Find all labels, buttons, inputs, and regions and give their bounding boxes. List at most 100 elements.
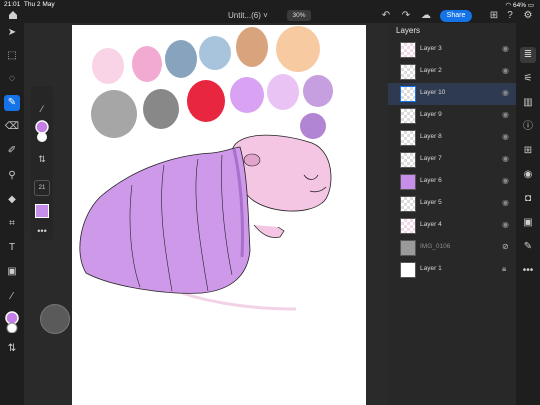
layers-title: Layers [396,26,421,35]
lock-icon[interactable]: 🔒︎ [502,264,506,274]
status-time-date: 21:01 Thu 2 May [4,1,55,8]
mask-icon[interactable]: ◘ [520,191,536,207]
brush-color-preview[interactable] [35,204,49,218]
adjustments-icon[interactable]: ⚟ [520,71,536,87]
visibility-icon[interactable]: ◉ [520,167,536,183]
eye-icon[interactable]: ◉ [502,132,509,141]
color-picker-icon[interactable] [35,120,49,144]
layer-row[interactable]: Layer 1 🔒︎ [388,259,516,281]
home-icon[interactable] [7,9,19,21]
layer-properties-icon[interactable]: ▥ [520,95,536,111]
touch-modifier-button[interactable] [40,304,70,334]
layer-thumbnail [400,218,416,234]
swap-colors-icon[interactable]: ⇅ [4,341,20,357]
layer-name: IMG_0106 [420,243,451,250]
smudge-tool-icon[interactable]: ✐ [4,143,20,159]
layer-name: Layer 1 [420,265,442,272]
swatch [132,46,162,82]
brush-settings-icon[interactable]: ✎ [520,239,536,255]
blanket [79,146,251,294]
layer-thumbnail [400,108,416,124]
brush-size-value[interactable]: 21 [34,180,50,196]
layer-row[interactable]: Layer 6 ◉ [388,171,516,193]
eye-icon[interactable]: ◉ [502,66,509,75]
swatch [92,48,124,84]
swatch [267,74,299,110]
swap-icon[interactable]: ⇅ [34,152,50,166]
add-layer-icon[interactable]: ⊞ [520,143,536,159]
status-time: 21:01 [4,1,21,8]
layer-row[interactable]: Layer 7 ◉ [388,149,516,171]
layer-row[interactable]: Layer 9 ◉ [388,105,516,127]
chevron-down-icon: ˅ [263,11,268,20]
swatch [143,89,179,129]
creature-paw [253,224,285,238]
swatch [236,27,268,67]
status-right: ◠ 64% ▭ [506,1,534,9]
layers-icon[interactable]: ≣ [520,47,536,63]
cloud-icon[interactable]: ☁ [420,10,432,22]
battery-level: 64% [513,2,527,9]
layer-thumbnail [400,130,416,146]
right-toolbar: ≣ ⚟ ▥ ⓘ ⊞ ◉ ◘ ▣ ✎ ••• [516,23,540,405]
layer-row-selected[interactable]: Layer 10 ◉ [388,83,516,105]
eye-icon[interactable]: ◉ [502,198,509,207]
more-options-icon[interactable]: ••• [520,263,536,279]
lasso-tool-icon[interactable]: ◌ [4,71,20,87]
layer-row[interactable]: IMG_0106 ⊘ [388,237,516,259]
undo-icon[interactable]: ↶ [380,10,392,22]
eye-icon[interactable]: ◉ [502,110,509,119]
top-toolbar: Untit...(6) ˅ 30% ↶ ↷ ☁ Share ⊞ ? ⚙ [0,9,540,23]
eye-icon[interactable]: ◉ [502,220,509,229]
status-bar: 21:01 Thu 2 May ◠ 64% ▭ [0,0,540,9]
color-swatch-icon[interactable] [4,311,20,333]
swatch [187,80,225,122]
layer-row[interactable]: Layer 5 ◉ [388,193,516,215]
eye-icon[interactable]: ◉ [502,176,509,185]
layer-name: Layer 7 [420,155,442,162]
gift-icon[interactable]: ⊞ [488,10,500,22]
eye-icon[interactable]: ◉ [502,154,509,163]
type-tool-icon[interactable]: T [4,240,20,256]
canvas[interactable] [72,25,366,405]
crop-tool-icon[interactable]: ⌗ [4,216,20,232]
clone-stamp-icon[interactable]: ⚲ [4,168,20,184]
layer-thumbnail [400,64,416,80]
more-icon[interactable]: ••• [34,224,50,238]
share-button[interactable]: Share [440,10,472,22]
eye-icon[interactable]: ◉ [502,88,509,97]
eyedropper-icon[interactable]: ⁄ [34,102,50,116]
layers-panel: Layers Layer 3 ◉ Layer 2 ◉ Layer 10 ◉ La… [388,23,516,405]
help-icon[interactable]: ? [504,10,516,22]
layer-row[interactable]: Layer 3 ◉ [388,39,516,61]
layer-thumbnail [400,42,416,58]
place-image-icon[interactable]: ▣ [4,264,20,280]
zoom-level[interactable]: 30% [287,10,311,21]
creature-ear [243,153,261,167]
layer-name: Layer 9 [420,111,442,118]
layer-row[interactable]: Layer 4 ◉ [388,215,516,237]
swatch [303,75,333,107]
eraser-tool-icon[interactable]: ⌫ [4,119,20,135]
fill-icon[interactable]: ▣ [520,215,536,231]
settings-icon[interactable]: ⚙ [522,10,534,22]
swatch [230,77,264,113]
eyedropper-tool-icon[interactable]: ⁄ [4,289,20,305]
layer-thumbnail [400,152,416,168]
layer-row[interactable]: Layer 8 ◉ [388,127,516,149]
redo-icon[interactable]: ↷ [400,10,412,22]
brush-tool-icon[interactable]: ✎ [4,95,20,111]
fill-tool-icon[interactable]: ◆ [4,192,20,208]
document-title-text: Untit...(6) [228,11,261,20]
brush-subpanel: ⁄ ⇅ 21 ••• [31,86,53,240]
eye-hidden-icon[interactable]: ⊘ [502,242,509,251]
layer-thumbnail [400,240,416,256]
move-tool-icon[interactable]: ➤ [4,25,20,41]
layer-row[interactable]: Layer 2 ◉ [388,61,516,83]
layer-thumbnail [400,174,416,190]
layer-name: Layer 2 [420,67,442,74]
transform-tool-icon[interactable]: ⬚ [4,48,20,64]
document-title[interactable]: Untit...(6) ˅ [228,11,268,20]
eye-icon[interactable]: ◉ [502,44,509,53]
info-icon[interactable]: ⓘ [520,119,536,135]
